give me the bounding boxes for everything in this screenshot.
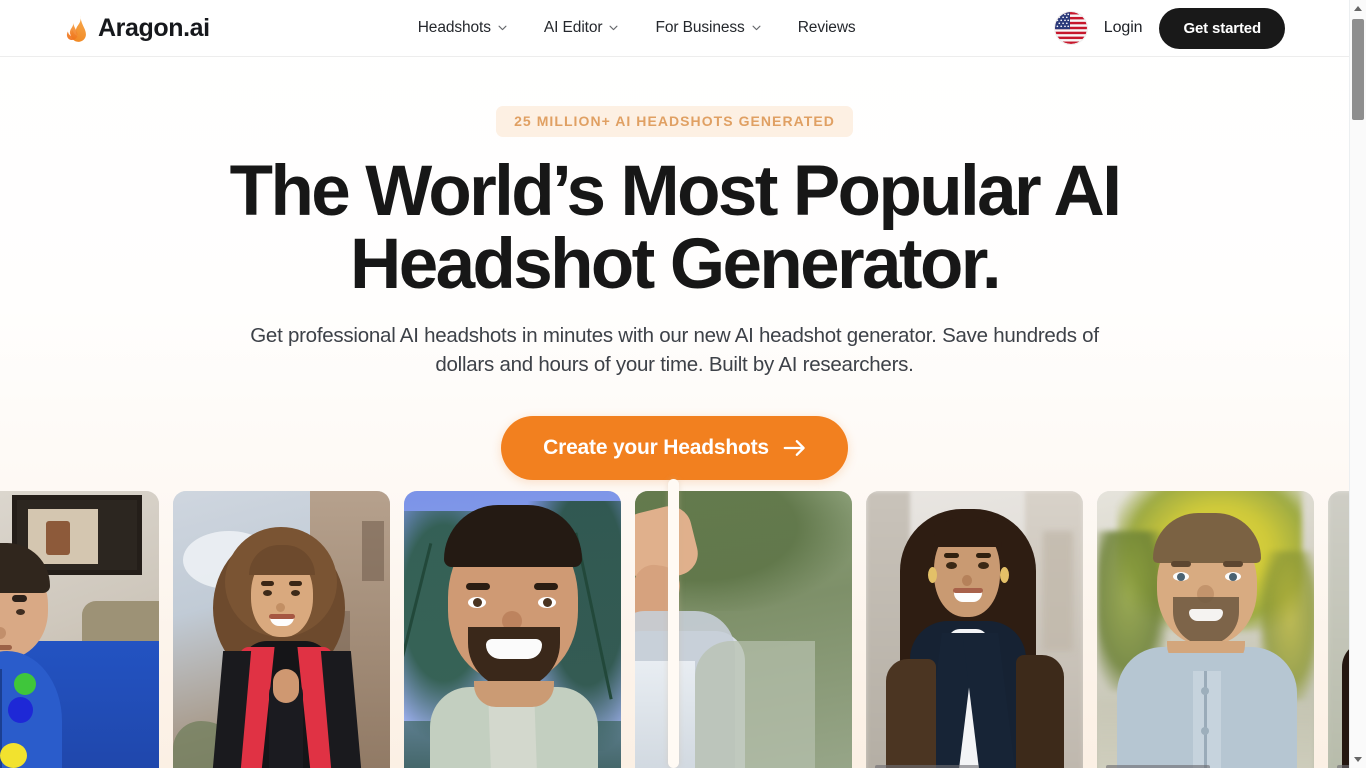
create-headshots-button[interactable]: Create your Headshots: [501, 415, 848, 480]
hero-cta-container: Create your Headshots: [0, 415, 1349, 480]
browser-viewport: Aragon.ai Headshots AI Editor For Busine…: [0, 0, 1366, 768]
gallery-card-before-1[interactable]: [0, 491, 159, 768]
headline-line-1: The World’s Most Popular AI: [229, 152, 1122, 231]
photo-after-1: [866, 491, 1083, 768]
nav-label-for-business: For Business: [655, 19, 745, 36]
site-header: Aragon.ai Headshots AI Editor For Busine…: [0, 0, 1349, 57]
chevron-down-icon: [752, 25, 761, 31]
gallery-card-after-1[interactable]: AI GENERATED: [866, 491, 1083, 768]
photo-before-2: [173, 491, 390, 768]
page-content: Aragon.ai Headshots AI Editor For Busine…: [0, 0, 1349, 768]
us-flag-icon[interactable]: [1054, 12, 1087, 44]
photo-after-3: [1328, 491, 1349, 768]
photo-after-2: [1097, 491, 1314, 768]
brand-name: Aragon.ai: [98, 13, 210, 42]
chevron-down-icon: [609, 25, 618, 31]
nav-item-ai-editor[interactable]: AI Editor: [544, 19, 619, 37]
chevron-up-icon: [1354, 6, 1362, 11]
brand-logo[interactable]: Aragon.ai: [66, 14, 210, 43]
scroll-up-button[interactable]: [1350, 0, 1366, 17]
nav-item-reviews[interactable]: Reviews: [798, 19, 856, 37]
nav-label-headshots: Headshots: [417, 19, 491, 36]
header-actions: Login Get started: [1054, 7, 1285, 49]
chevron-down-icon: [1354, 757, 1362, 762]
hero-badge-container: 25 MILLION+ AI HEADSHOTS GENERATED: [0, 106, 1349, 137]
before-after-slider-handle[interactable]: [668, 479, 679, 768]
flame-icon: [66, 15, 86, 42]
nav-item-headshots[interactable]: Headshots: [418, 19, 507, 37]
nav-label-reviews: Reviews: [797, 19, 856, 36]
gallery-card-before-3[interactable]: [404, 491, 621, 768]
gallery-card-after-3[interactable]: AI GENERATED: [1328, 491, 1349, 768]
chevron-down-icon: [498, 25, 507, 31]
login-link[interactable]: Login: [1104, 19, 1143, 37]
hero-subheading: Get professional AI headshots in minutes…: [250, 324, 1099, 376]
headline-line-2: Headshot Generator.: [350, 225, 1002, 304]
hero-section: 25 MILLION+ AI HEADSHOTS GENERATED The W…: [0, 106, 1349, 480]
main-navigation: Headshots AI Editor For Business Reviews: [418, 19, 856, 37]
cta-label: Create your Headshots: [543, 435, 769, 459]
stats-badge: 25 MILLION+ AI HEADSHOTS GENERATED: [496, 106, 853, 137]
page-title: The World’s Most Popular AI Headshot Gen…: [0, 156, 1349, 300]
nav-item-for-business[interactable]: For Business: [655, 19, 761, 37]
photo-before-3: [404, 491, 621, 768]
photo-before-1: [0, 491, 159, 768]
gallery-card-before-2[interactable]: [173, 491, 390, 768]
scrollbar-thumb[interactable]: [1352, 19, 1364, 120]
scroll-down-button[interactable]: [1350, 751, 1366, 768]
nav-label-ai-editor: AI Editor: [543, 19, 603, 36]
page-scrollbar[interactable]: [1349, 0, 1366, 768]
get-started-button[interactable]: Get started: [1159, 7, 1285, 49]
gallery-card-after-2[interactable]: AI GENERATED: [1097, 491, 1314, 768]
arrow-right-icon: [783, 439, 805, 456]
